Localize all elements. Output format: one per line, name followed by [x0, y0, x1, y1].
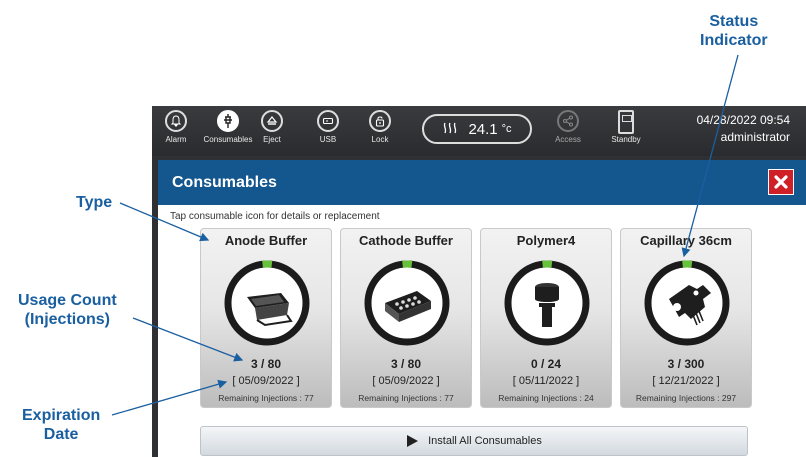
callout-arrows — [111, 54, 739, 416]
arrow-expiration-date — [111, 379, 228, 416]
arrow-status-indicator — [681, 54, 739, 258]
arrow-type — [119, 202, 210, 242]
arrow-usage-count — [132, 317, 244, 362]
